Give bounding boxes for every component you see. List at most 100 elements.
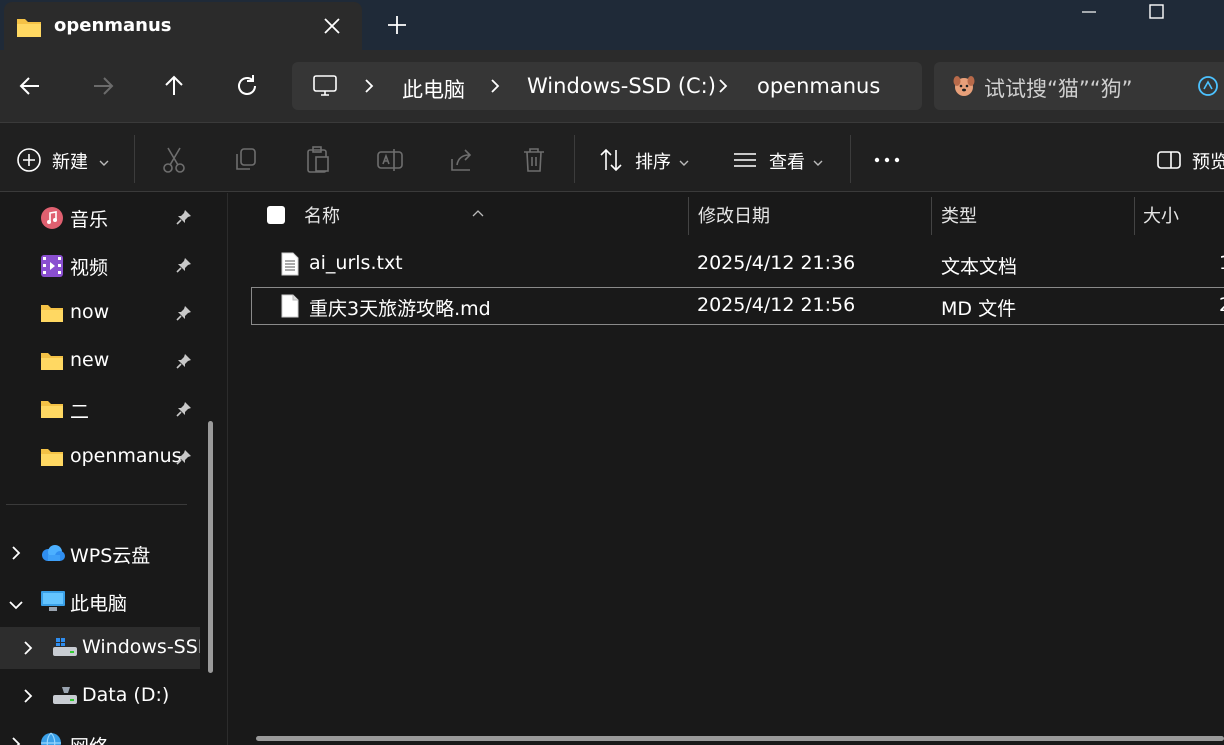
separator bbox=[574, 135, 575, 183]
search-input[interactable]: 试试搜“猫”“狗” bbox=[934, 62, 1224, 110]
chevron-right-icon[interactable] bbox=[22, 640, 34, 661]
column-header-label: 大小 bbox=[1143, 206, 1179, 227]
separator bbox=[134, 135, 135, 183]
sidebar-item-network[interactable]: 网络 bbox=[0, 723, 200, 745]
file-name: ai_urls.txt bbox=[309, 252, 403, 274]
network-icon bbox=[40, 732, 66, 745]
separator bbox=[850, 135, 851, 183]
refresh-button[interactable] bbox=[227, 66, 267, 106]
breadcrumb[interactable]: 此电脑 Windows-SSD (C:) openmanus bbox=[292, 62, 922, 110]
file-size: 1 bbox=[1219, 252, 1224, 274]
folder-icon bbox=[40, 446, 64, 468]
cut-button[interactable] bbox=[160, 145, 188, 175]
pin-icon bbox=[176, 401, 192, 422]
chevron-right-icon bbox=[716, 78, 730, 99]
breadcrumb-item-openmanus[interactable]: openmanus bbox=[757, 74, 880, 98]
close-icon[interactable] bbox=[320, 14, 344, 38]
column-header-type[interactable]: 类型 bbox=[932, 193, 1134, 235]
sidebar-item-new[interactable]: new bbox=[0, 341, 200, 381]
computer-icon bbox=[40, 590, 66, 617]
column-header-label: 类型 bbox=[941, 206, 977, 227]
new-button[interactable]: 新建 bbox=[16, 145, 116, 175]
sidebar-scrollbar[interactable] bbox=[208, 421, 213, 673]
sidebar-item-windows-ssd[interactable]: Windows-SSD (C:) bbox=[0, 627, 200, 669]
more-options-button[interactable] bbox=[872, 145, 902, 175]
table-row[interactable]: ai_urls.txt 2025/4/12 21:36 文本文档 1 bbox=[251, 245, 1224, 283]
preview-pane-button[interactable]: 预览 bbox=[1156, 145, 1224, 175]
select-all-checkbox[interactable] bbox=[266, 205, 286, 230]
drive-icon bbox=[52, 685, 78, 712]
file-icon bbox=[281, 294, 299, 323]
tab-openmanus[interactable]: openmanus bbox=[4, 2, 362, 50]
back-button[interactable] bbox=[10, 66, 50, 106]
sidebar-item-this-pc[interactable]: 此电脑 bbox=[0, 580, 200, 622]
sidebar-item-label: 二 bbox=[70, 401, 90, 423]
file-modified: 2025/4/12 21:56 bbox=[697, 294, 856, 316]
folder-icon bbox=[40, 398, 64, 420]
breadcrumb-item-drive-c[interactable]: Windows-SSD (C:) bbox=[527, 74, 716, 98]
column-header-label: 名称 bbox=[304, 206, 340, 227]
address-row: 此电脑 Windows-SSD (C:) openmanus 试试搜“猫”“狗” bbox=[0, 50, 1224, 122]
sort-label: 排序 bbox=[635, 152, 671, 173]
pin-icon bbox=[176, 257, 192, 278]
divider bbox=[6, 504, 187, 505]
table-row[interactable]: 重庆3天旅游攻略.md 2025/4/12 21:56 MD 文件 2 bbox=[251, 287, 1224, 325]
file-type: 文本文档 bbox=[941, 256, 1018, 278]
new-tab-button[interactable] bbox=[384, 12, 410, 38]
cloud-icon bbox=[40, 544, 66, 567]
folder-icon bbox=[16, 16, 42, 43]
share-button[interactable] bbox=[448, 145, 476, 175]
music-icon bbox=[40, 206, 64, 229]
sort-button[interactable]: 排序 bbox=[598, 145, 694, 175]
sidebar-item-videos[interactable]: 视频 bbox=[0, 245, 200, 285]
maximize-button[interactable] bbox=[1134, 0, 1180, 30]
chevron-right-icon[interactable] bbox=[10, 736, 22, 745]
chevron-down-icon bbox=[678, 153, 690, 174]
sidebar-item-label: 音乐 bbox=[70, 209, 109, 231]
view-button[interactable]: 查看 bbox=[732, 145, 828, 175]
chevron-down-icon bbox=[98, 153, 110, 174]
file-type: MD 文件 bbox=[941, 298, 1017, 320]
sidebar-item-label: 视频 bbox=[70, 257, 109, 279]
computer-icon bbox=[312, 74, 338, 103]
copy-button[interactable] bbox=[232, 145, 260, 175]
tree-item-label: 此电脑 bbox=[70, 593, 128, 615]
sidebar-item-music[interactable]: 音乐 bbox=[0, 197, 200, 237]
delete-button[interactable] bbox=[520, 145, 548, 175]
preview-label: 预览 bbox=[1192, 152, 1224, 173]
chevron-right-icon bbox=[488, 78, 502, 99]
chevron-down-icon[interactable] bbox=[8, 595, 24, 616]
chevron-down-icon bbox=[812, 153, 824, 174]
paste-button[interactable] bbox=[304, 145, 332, 175]
file-modified: 2025/4/12 21:36 bbox=[697, 252, 856, 274]
sidebar-item-now[interactable]: now bbox=[0, 293, 200, 333]
view-label: 查看 bbox=[769, 152, 805, 173]
sidebar-item-label: now bbox=[70, 301, 110, 323]
ai-icon bbox=[1196, 74, 1220, 103]
column-header-name[interactable]: 名称 bbox=[229, 193, 689, 235]
drive-icon bbox=[52, 637, 78, 664]
sidebar-item-label: new bbox=[70, 349, 110, 371]
sort-ascending-icon bbox=[471, 202, 485, 223]
forward-button[interactable] bbox=[83, 66, 123, 106]
column-header-modified[interactable]: 修改日期 bbox=[689, 193, 931, 235]
up-button[interactable] bbox=[154, 66, 194, 106]
new-label: 新建 bbox=[52, 152, 88, 173]
tab-title: openmanus bbox=[54, 15, 172, 36]
minimize-button[interactable] bbox=[1066, 0, 1112, 30]
column-header-size[interactable]: 大小 bbox=[1135, 193, 1224, 235]
command-bar: 新建 排序 查看 预览 bbox=[0, 122, 1224, 192]
rename-button[interactable] bbox=[376, 145, 404, 175]
tree-item-label: Data (D:) bbox=[82, 684, 170, 706]
horizontal-scrollbar[interactable] bbox=[256, 736, 1224, 741]
sidebar-item-wps-cloud[interactable]: WPS云盘 bbox=[0, 532, 200, 574]
breadcrumb-item-this-pc[interactable]: 此电脑 bbox=[402, 74, 465, 104]
chevron-right-icon[interactable] bbox=[10, 545, 22, 566]
pin-icon bbox=[176, 353, 192, 374]
chevron-right-icon[interactable] bbox=[22, 688, 34, 709]
sidebar-item-label: openmanus bbox=[70, 445, 182, 467]
sidebar-item-data-d[interactable]: Data (D:) bbox=[0, 675, 200, 717]
sidebar-item-er[interactable]: 二 bbox=[0, 389, 200, 429]
dog-emoji-icon bbox=[952, 74, 976, 103]
sidebar-item-openmanus[interactable]: openmanus bbox=[0, 437, 200, 477]
